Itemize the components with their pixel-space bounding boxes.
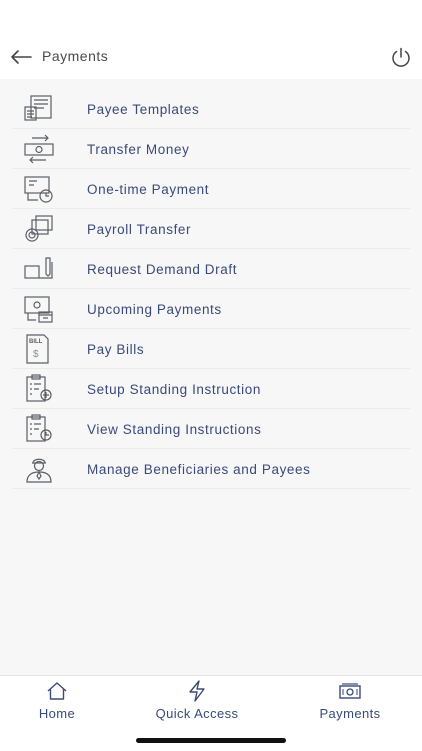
payee-template-icon <box>24 95 52 121</box>
nav-home[interactable]: Home <box>27 676 87 726</box>
banknote-icon <box>339 683 361 699</box>
menu-item-setup-standing-instruction[interactable]: Setup Standing Instruction <box>0 369 422 409</box>
power-icon <box>392 47 410 67</box>
demand-draft-icon <box>24 257 53 279</box>
back-button[interactable] <box>8 44 34 70</box>
clipboard-add-icon <box>26 374 52 402</box>
menu-item-label: Manage Beneficiaries and Payees <box>87 461 311 477</box>
nav-payments[interactable]: Payments <box>312 676 388 726</box>
menu-item-label: Payee Templates <box>87 101 200 117</box>
app-header: Payments <box>0 0 422 79</box>
menu-item-label: Pay Bills <box>87 341 145 357</box>
page-title: Payments <box>42 48 109 64</box>
menu-item-one-time-payment[interactable]: One-time Payment <box>0 169 422 209</box>
menu-item-label: Request Demand Draft <box>87 261 238 277</box>
menu-item-payroll-transfer[interactable]: Payroll Transfer <box>0 209 422 249</box>
bill-icon: BILL $ <box>26 334 49 364</box>
menu-item-label: Transfer Money <box>87 141 190 157</box>
logout-button[interactable] <box>390 46 412 68</box>
beneficiary-person-icon <box>26 458 52 483</box>
menu-item-label: Upcoming Payments <box>87 301 222 317</box>
nav-payments-label: Payments <box>319 706 381 721</box>
menu-item-upcoming-payments[interactable]: Upcoming Payments <box>0 289 422 329</box>
transfer-money-icon <box>24 134 54 164</box>
svg-text:$: $ <box>33 349 39 360</box>
menu-item-request-demand-draft[interactable]: Request Demand Draft <box>0 249 422 289</box>
svg-text:BILL: BILL <box>29 339 43 345</box>
menu-item-manage-beneficiaries[interactable]: Manage Beneficiaries and Payees <box>0 449 422 489</box>
upcoming-payments-icon <box>24 296 53 323</box>
nav-home-label: Home <box>38 706 76 721</box>
menu-item-label: View Standing Instructions <box>87 421 262 437</box>
menu-item-payee-templates[interactable]: Payee Templates <box>0 89 422 129</box>
nav-quick-access-label: Quick Access <box>155 706 239 721</box>
menu-item-label: One-time Payment <box>87 181 210 197</box>
nav-quick-access[interactable]: Quick Access <box>146 676 248 726</box>
payroll-transfer-icon <box>25 215 53 242</box>
menu-item-view-standing-instructions[interactable]: View Standing Instructions <box>0 409 422 449</box>
clipboard-clock-icon <box>26 414 52 442</box>
menu-item-pay-bills[interactable]: BILL $ Pay Bills <box>0 329 422 369</box>
menu-item-label: Setup Standing Instruction <box>87 381 261 397</box>
payments-menu-list: Payee Templates Transfer Money One-time … <box>0 79 422 489</box>
menu-item-transfer-money[interactable]: Transfer Money <box>0 129 422 169</box>
payments-menu-panel: Payee Templates Transfer Money One-time … <box>0 79 422 675</box>
arrow-left-icon <box>11 50 32 64</box>
lightning-icon <box>189 680 205 702</box>
menu-item-label: Payroll Transfer <box>87 221 192 237</box>
home-icon <box>47 682 67 700</box>
home-indicator[interactable] <box>136 738 286 743</box>
one-time-payment-icon <box>24 176 53 203</box>
